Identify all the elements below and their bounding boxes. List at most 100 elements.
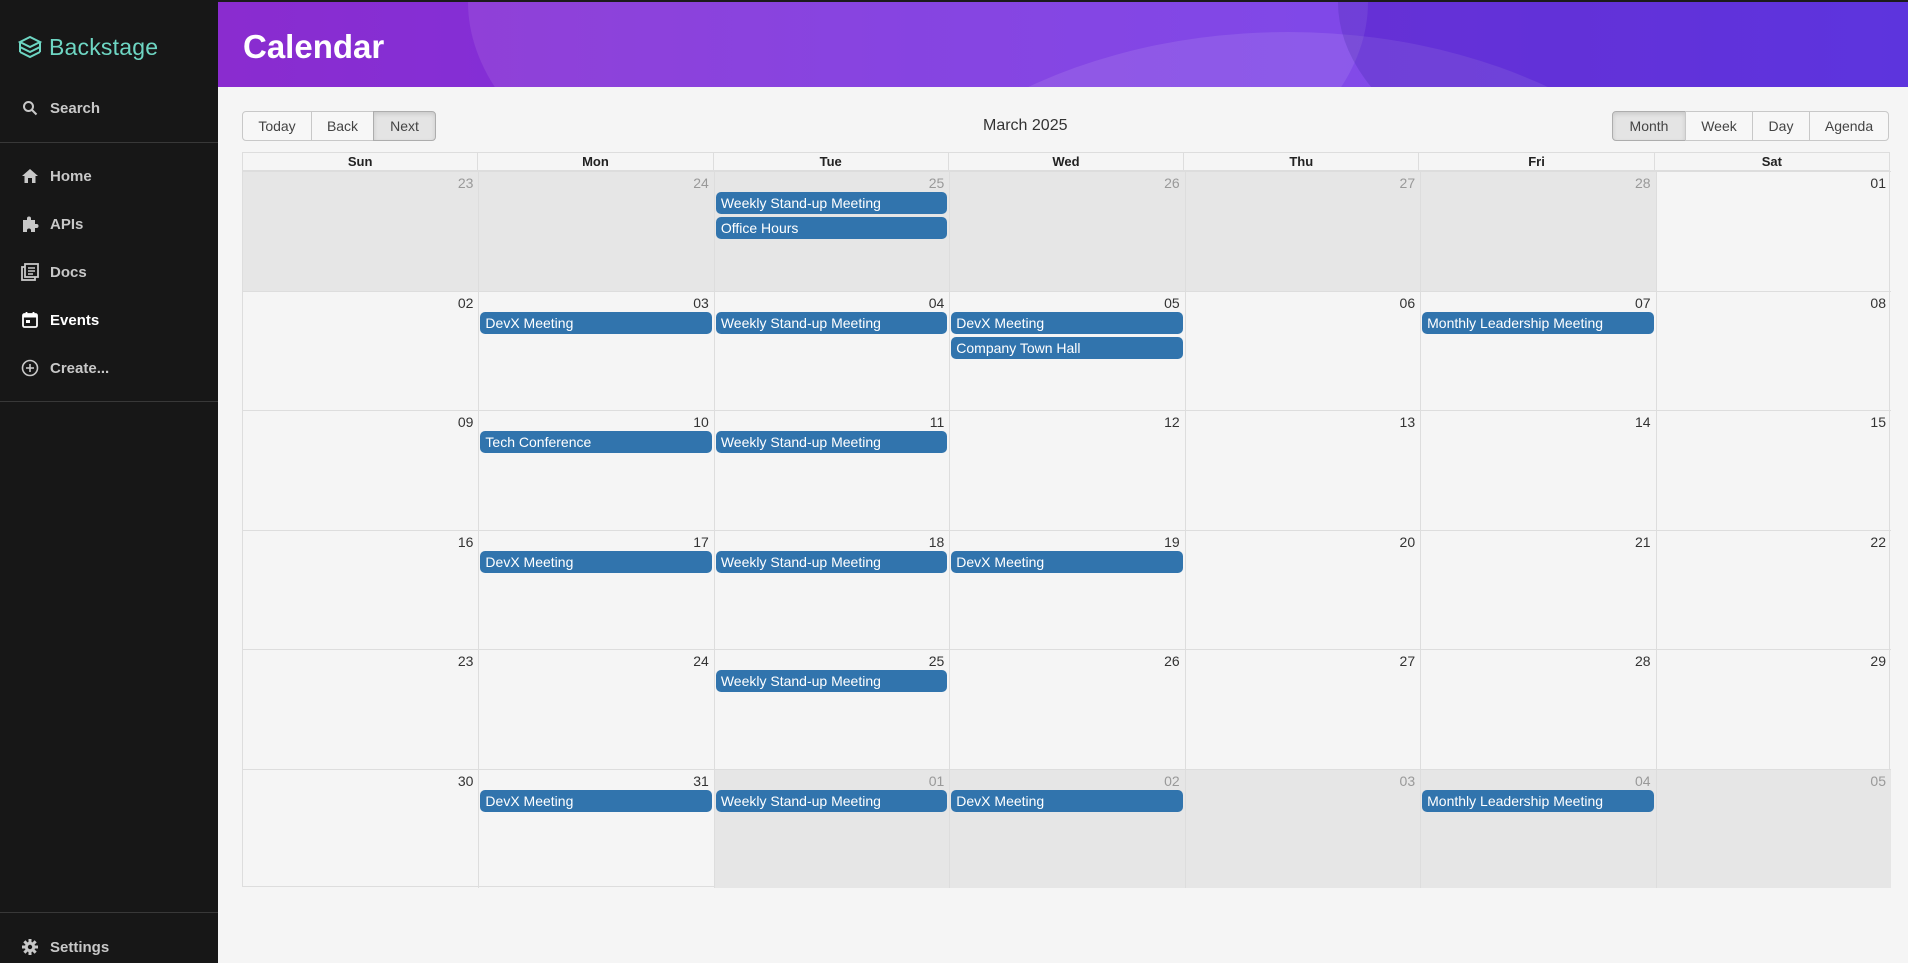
day-cell[interactable]: 18: [713, 529, 950, 649]
day-cell[interactable]: 27: [1184, 649, 1421, 769]
calendar-event[interactable]: DevX Meeting: [480, 311, 712, 334]
calendar-event[interactable]: Weekly Stand-up Meeting: [715, 431, 948, 453]
day-cell[interactable]: 14: [1420, 410, 1656, 530]
day-number[interactable]: 26: [1164, 653, 1180, 669]
day-number[interactable]: 24: [693, 175, 709, 191]
calendar-event[interactable]: Weekly Stand-up Meeting: [715, 670, 948, 692]
calendar-event[interactable]: Weekly Stand-up Meeting: [715, 311, 948, 334]
day-number[interactable]: 30: [458, 773, 474, 789]
day-cell[interactable]: 09: [243, 410, 479, 530]
day-number[interactable]: 10: [693, 414, 709, 430]
day-cell[interactable]: 19: [949, 529, 1185, 649]
calendar-event[interactable]: Weekly Stand-up Meeting: [715, 192, 948, 214]
calendar-event[interactable]: Weekly Stand-up Meeting: [715, 789, 948, 812]
day-number[interactable]: 01: [1870, 175, 1886, 191]
day-number[interactable]: 05: [1870, 773, 1886, 789]
view-month-button[interactable]: Month: [1612, 111, 1686, 141]
day-cell[interactable]: 26: [949, 649, 1185, 769]
day-cell[interactable]: 25: [713, 649, 950, 769]
day-number[interactable]: 23: [458, 175, 474, 191]
sidebar-item-search[interactable]: Search: [0, 88, 218, 128]
view-week-button[interactable]: Week: [1685, 111, 1753, 141]
day-number[interactable]: 04: [929, 295, 945, 311]
day-cell[interactable]: 01: [1655, 171, 1891, 291]
day-cell[interactable]: 27: [1184, 171, 1421, 291]
day-cell[interactable]: 03: [1184, 768, 1421, 888]
calendar-event[interactable]: DevX Meeting: [480, 789, 712, 812]
sidebar-item-events[interactable]: Events: [0, 300, 218, 340]
day-number[interactable]: 21: [1635, 534, 1651, 550]
day-cell[interactable]: 16: [243, 529, 479, 650]
day-cell[interactable]: 23: [243, 649, 479, 769]
day-cell[interactable]: 10: [478, 410, 714, 530]
day-cell[interactable]: 24: [478, 649, 714, 769]
day-cell[interactable]: 08: [1655, 290, 1891, 410]
day-number[interactable]: 19: [1164, 534, 1180, 550]
day-number[interactable]: 08: [1870, 295, 1886, 311]
day-cell[interactable]: 04: [1420, 768, 1656, 888]
sidebar-item-docs[interactable]: Docs: [0, 252, 218, 292]
calendar-event[interactable]: DevX Meeting: [951, 789, 1183, 812]
sidebar-item-home[interactable]: Home: [0, 156, 218, 196]
day-number[interactable]: 07: [1635, 295, 1651, 311]
day-cell[interactable]: 28: [1420, 171, 1656, 291]
day-number[interactable]: 09: [458, 414, 474, 430]
sidebar-item-create[interactable]: Create...: [0, 348, 218, 388]
day-number[interactable]: 11: [930, 414, 945, 430]
day-cell[interactable]: 30: [243, 768, 479, 889]
day-number[interactable]: 01: [929, 773, 945, 789]
day-number[interactable]: 02: [1164, 773, 1180, 789]
day-number[interactable]: 27: [1400, 175, 1416, 191]
day-number[interactable]: 14: [1635, 414, 1651, 430]
day-cell[interactable]: 06: [1184, 290, 1421, 410]
calendar-event[interactable]: Monthly Leadership Meeting: [1422, 789, 1654, 812]
day-number[interactable]: 20: [1400, 534, 1416, 550]
view-agenda-button[interactable]: Agenda: [1809, 111, 1889, 141]
calendar-event[interactable]: Weekly Stand-up Meeting: [715, 550, 948, 573]
day-cell[interactable]: 23: [243, 171, 479, 291]
day-number[interactable]: 06: [1400, 295, 1416, 311]
day-cell[interactable]: 02: [243, 290, 479, 411]
day-cell[interactable]: 22: [1655, 529, 1891, 649]
day-cell[interactable]: 21: [1420, 529, 1656, 649]
day-cell[interactable]: 03: [478, 290, 714, 410]
view-day-button[interactable]: Day: [1752, 111, 1810, 141]
day-number[interactable]: 15: [1870, 414, 1886, 430]
day-number[interactable]: 31: [693, 773, 709, 789]
day-number[interactable]: 16: [458, 534, 474, 550]
calendar-event[interactable]: DevX Meeting: [951, 311, 1183, 334]
day-cell[interactable]: 15: [1655, 410, 1891, 530]
day-cell[interactable]: 24: [478, 171, 714, 291]
day-cell[interactable]: 01: [713, 768, 950, 888]
day-cell[interactable]: 04: [713, 290, 950, 410]
day-number[interactable]: 27: [1400, 653, 1416, 669]
day-cell[interactable]: 07: [1420, 290, 1656, 410]
brand-logo-link[interactable]: Backstage: [17, 33, 158, 61]
day-cell[interactable]: 12: [949, 410, 1185, 530]
day-number[interactable]: 04: [1635, 773, 1651, 789]
day-number[interactable]: 23: [458, 653, 474, 669]
day-number[interactable]: 03: [1400, 773, 1416, 789]
day-cell[interactable]: 11: [713, 410, 950, 530]
day-number[interactable]: 05: [1164, 295, 1180, 311]
day-cell[interactable]: 28: [1420, 649, 1656, 769]
day-number[interactable]: 13: [1400, 414, 1416, 430]
day-number[interactable]: 22: [1870, 534, 1886, 550]
day-number[interactable]: 26: [1164, 175, 1180, 191]
day-cell[interactable]: 02: [949, 768, 1185, 888]
today-button[interactable]: Today: [242, 111, 312, 141]
day-number[interactable]: 24: [693, 653, 709, 669]
day-cell[interactable]: 13: [1184, 410, 1421, 530]
calendar-event[interactable]: DevX Meeting: [480, 550, 712, 573]
day-number[interactable]: 12: [1164, 414, 1180, 430]
next-button[interactable]: Next: [373, 111, 436, 141]
day-cell[interactable]: 05: [1655, 768, 1891, 888]
day-cell[interactable]: 31: [478, 768, 714, 888]
day-number[interactable]: 29: [1870, 653, 1886, 669]
sidebar-item-settings[interactable]: Settings: [0, 927, 218, 963]
day-number[interactable]: 25: [929, 175, 945, 191]
day-number[interactable]: 25: [929, 653, 945, 669]
calendar-event[interactable]: Tech Conference: [480, 431, 712, 453]
day-number[interactable]: 17: [693, 534, 709, 550]
day-cell[interactable]: 29: [1655, 649, 1891, 769]
